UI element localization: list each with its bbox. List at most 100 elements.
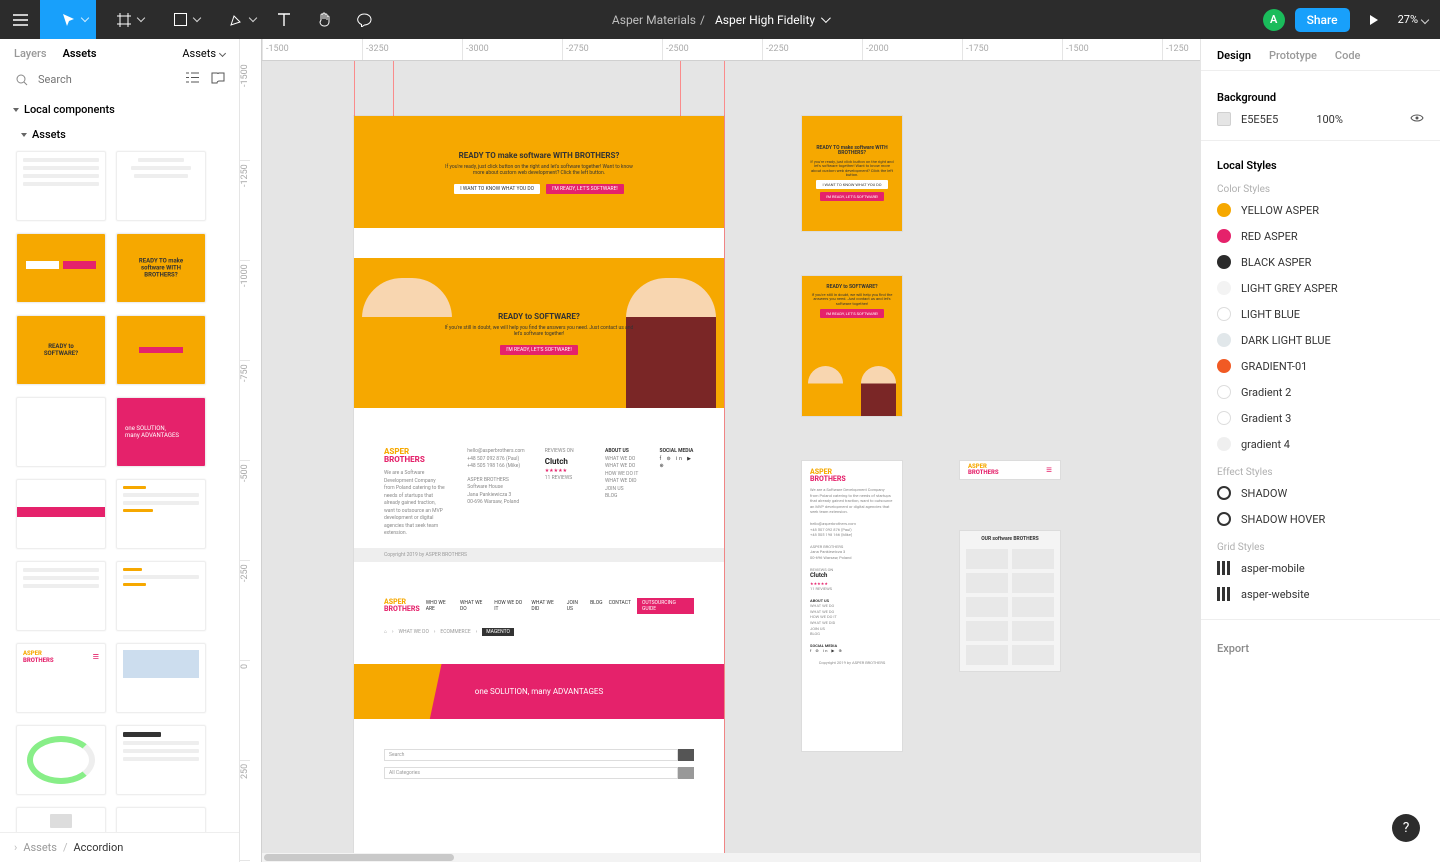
grid-style-row[interactable]: asper-website — [1217, 581, 1424, 607]
footer-link[interactable]: JOIN US — [605, 486, 640, 494]
export-section[interactable]: Export — [1217, 632, 1424, 657]
assets-subheader[interactable]: Assets — [0, 122, 239, 147]
asset-thumbnail[interactable] — [116, 315, 206, 385]
asset-thumbnail[interactable] — [16, 807, 106, 832]
frame-desktop[interactable]: READY TO make software WITH BROTHERS? If… — [354, 116, 724, 856]
tab-prototype[interactable]: Prototype — [1269, 49, 1317, 62]
footer-link[interactable]: HOW WE DO IT — [605, 471, 640, 479]
share-button[interactable]: Share — [1295, 8, 1350, 32]
cta1-btn-left[interactable]: I WANT TO KNOW WHAT YOU DO — [454, 184, 540, 194]
category-select[interactable]: All Categories — [384, 767, 678, 779]
asset-thumbnail[interactable] — [116, 561, 206, 631]
tab-assets[interactable]: Assets — [63, 47, 97, 60]
present-button[interactable] — [1360, 0, 1388, 39]
asset-thumbnail[interactable]: ASPERBROTHERS≡ — [16, 643, 106, 713]
list-view-icon[interactable] — [186, 72, 199, 87]
text-tool[interactable] — [264, 0, 304, 39]
library-icon[interactable] — [211, 72, 225, 87]
zoom-level[interactable]: 27% — [1398, 13, 1428, 26]
frame-mobile-nav[interactable]: ASPERBROTHERS ≡ — [960, 461, 1060, 479]
color-style-row[interactable]: Gradient 3 — [1217, 405, 1424, 431]
bg-opacity[interactable]: 100% — [1316, 113, 1343, 126]
scrollbar-thumb[interactable] — [264, 854, 454, 861]
asset-thumbnail[interactable] — [16, 151, 106, 221]
asset-thumbnail[interactable] — [16, 397, 106, 467]
assets-breadcrumb[interactable]: › Assets / Accordion — [0, 832, 239, 862]
asset-thumbnail[interactable] — [116, 479, 206, 549]
horizontal-scrollbar[interactable] — [262, 853, 1200, 862]
frame-our-brothers[interactable]: OUR software BROTHERS — [960, 531, 1060, 671]
canvas[interactable]: -1500-1250-1000-750-500-2500250500750100… — [240, 39, 1200, 862]
asset-thumbnail[interactable] — [116, 643, 206, 713]
color-style-row[interactable]: gradient 4 — [1217, 431, 1424, 457]
color-style-row[interactable]: Gradient 2 — [1217, 379, 1424, 405]
footer-link[interactable]: WHAT WE DID — [605, 478, 640, 486]
mcta1-b1[interactable]: I WANT TO KNOW WHAT YOU DO — [816, 180, 887, 189]
frame-mobile-footer[interactable]: ASPERBROTHERS We are a Software Developm… — [802, 461, 902, 751]
asset-thumbnail[interactable] — [16, 561, 106, 631]
nav-item[interactable]: JOIN US — [567, 600, 584, 612]
color-style-row[interactable]: DARK LIGHT BLUE — [1217, 327, 1424, 353]
asset-thumbnail[interactable] — [16, 233, 106, 303]
color-style-row[interactable]: LIGHT GREY ASPER — [1217, 275, 1424, 301]
color-style-row[interactable]: GRADIENT-01 — [1217, 353, 1424, 379]
frame-mobile-cta1[interactable]: READY TO make software WITH BROTHERS? If… — [802, 116, 902, 231]
frame-tool[interactable] — [96, 0, 152, 39]
menu-icon[interactable] — [0, 0, 40, 39]
color-style-row[interactable]: RED ASPER — [1217, 223, 1424, 249]
effect-style-row[interactable]: SHADOW — [1217, 480, 1424, 506]
tab-design[interactable]: Design — [1217, 49, 1251, 62]
project-name[interactable]: Asper Materials — [612, 13, 696, 27]
mfooter-p2: +48 505 198 166 (Mike) — [810, 532, 894, 538]
avatar[interactable]: A — [1263, 9, 1285, 31]
assets-search-input[interactable] — [38, 73, 178, 86]
asset-thumbnail[interactable] — [116, 151, 206, 221]
asset-thumbnail[interactable] — [16, 479, 106, 549]
nav-item[interactable]: WHAT WE DO — [460, 600, 488, 612]
asset-thumbnail[interactable]: READY toSOFTWARE? — [16, 315, 106, 385]
asset-thumbnail[interactable]: one SOLUTION,many ADVANTAGES — [116, 397, 206, 467]
asset-thumbnail[interactable] — [116, 807, 206, 832]
cta1-btn-right[interactable]: I'M READY, LET'S SOFTWARE! — [546, 184, 624, 194]
tab-code[interactable]: Code — [1335, 49, 1361, 62]
nav-item[interactable]: BLOG — [590, 600, 603, 612]
effect-style-row[interactable]: SHADOW HOVER — [1217, 506, 1424, 532]
tab-layers[interactable]: Layers — [14, 47, 47, 60]
footer-link[interactable]: WHAT WE DO — [605, 456, 640, 464]
footer-link[interactable]: BLOG — [605, 493, 640, 501]
asset-thumbnail[interactable] — [116, 725, 206, 795]
asset-thumbnail[interactable] — [16, 725, 106, 795]
grid-style-row[interactable]: asper-mobile — [1217, 555, 1424, 581]
hamburger-icon[interactable]: ≡ — [1046, 465, 1052, 476]
footer-link[interactable]: BLOG — [810, 631, 894, 637]
help-button[interactable]: ? — [1392, 814, 1420, 842]
nav-item[interactable]: CONTACT — [609, 600, 631, 612]
canvas-surface[interactable]: READY TO make software WITH BROTHERS? If… — [262, 61, 1200, 862]
color-style-row[interactable]: BLACK ASPER — [1217, 249, 1424, 275]
hand-tool[interactable] — [304, 0, 344, 39]
visibility-toggle-icon[interactable] — [1410, 113, 1424, 126]
cta2-btn[interactable]: I'M READY, LET'S SOFTWARE! — [500, 345, 578, 355]
local-components-header[interactable]: Local components — [0, 97, 239, 122]
footer-link[interactable]: WHAT WE DO — [605, 463, 640, 471]
assets-page-dropdown[interactable]: Assets — [182, 47, 225, 60]
mcta1-b2[interactable]: I'M READY, LET'S SOFTWARE! — [820, 192, 885, 201]
nav-item[interactable]: HOW WE DO IT — [494, 600, 525, 612]
nav-item[interactable]: WHAT WE DID — [531, 600, 560, 612]
pen-tool[interactable] — [208, 0, 264, 39]
asset-thumbnail[interactable]: READY TO makesoftware WITHBROTHERS? — [116, 233, 206, 303]
bg-hex[interactable]: E5E5E5 — [1241, 113, 1278, 126]
file-name[interactable]: Asper High Fidelity — [715, 13, 815, 27]
move-tool[interactable] — [40, 0, 96, 39]
frame-mobile-cta2[interactable]: READY to SOFTWARE? If you're still in do… — [802, 276, 902, 416]
chevron-down-icon[interactable] — [821, 13, 831, 23]
nav-item[interactable]: WHO WE ARE — [426, 600, 454, 612]
shape-tool[interactable] — [152, 0, 208, 39]
color-style-row[interactable]: LIGHT BLUE — [1217, 301, 1424, 327]
comment-tool[interactable] — [344, 0, 384, 39]
nav-cta[interactable]: OUTSOURCING GUIDE — [637, 598, 694, 614]
bg-swatch[interactable] — [1217, 112, 1231, 126]
search-field[interactable]: Search — [384, 749, 678, 761]
mcta2-btn[interactable]: I'M READY, LET'S SOFTWARE! — [820, 309, 885, 318]
color-style-row[interactable]: YELLOW ASPER — [1217, 197, 1424, 223]
